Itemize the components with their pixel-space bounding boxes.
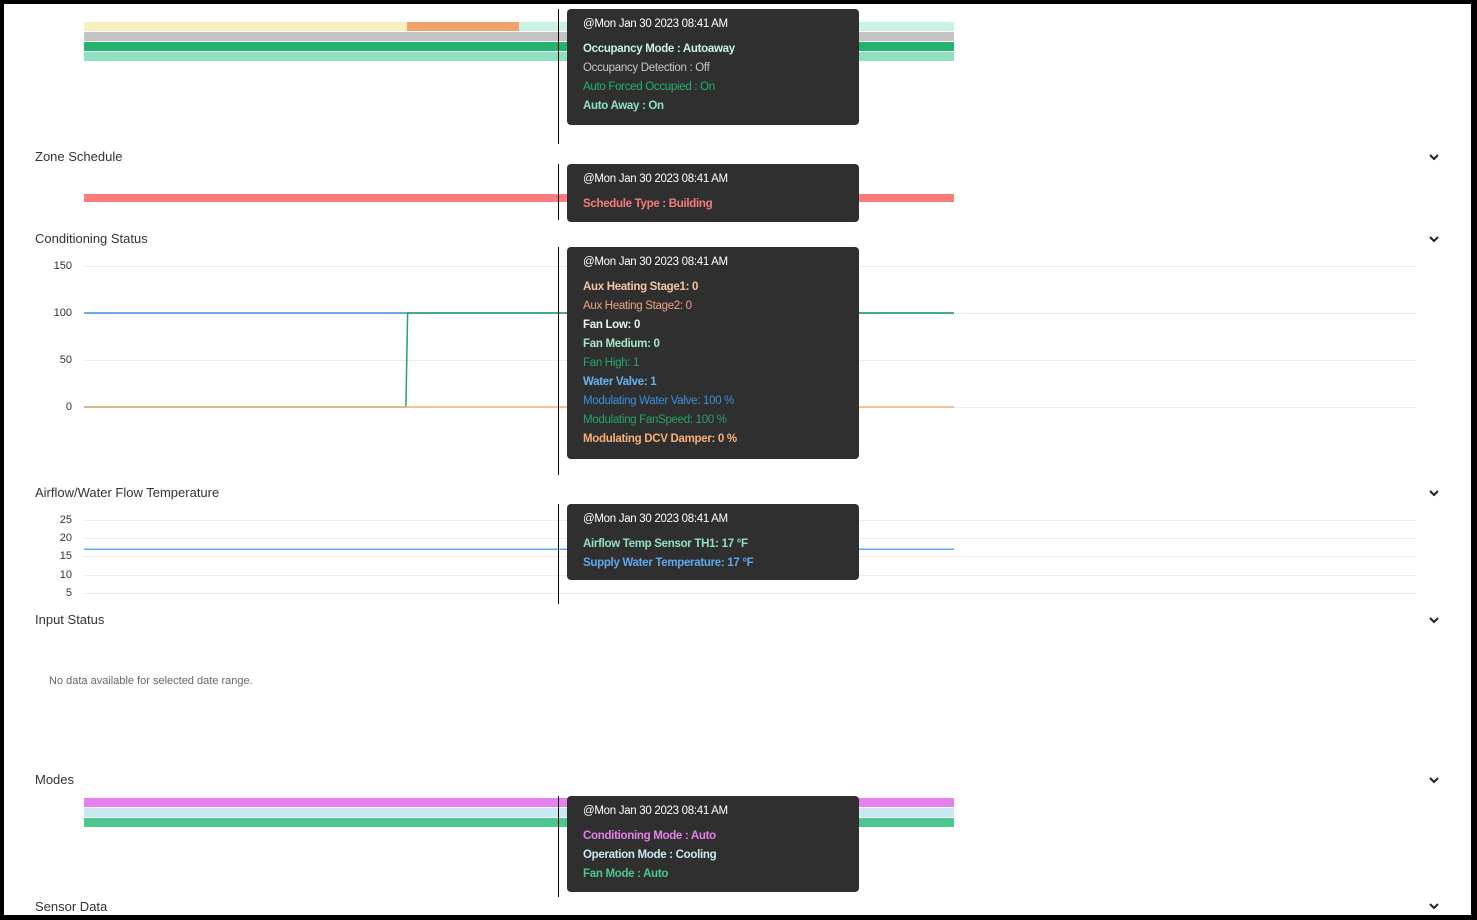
section-title-sensor-data: Sensor Data: [35, 899, 108, 914]
hover-cursor-line: [558, 504, 559, 604]
empty-state-message: No data available for selected date rang…: [49, 675, 253, 687]
dashboard-panel: @Mon Jan 30 2023 08:41 AM Occupancy Mode…: [4, 4, 1471, 915]
tooltip-row: Airflow Temp Sensor TH1: 17 °F: [583, 538, 748, 550]
tooltip-timestamp: @Mon Jan 30 2023 08:41 AM: [583, 513, 728, 525]
section-title-modes: Modes: [35, 772, 75, 787]
chevron-down-icon[interactable]: [1427, 899, 1441, 913]
chevron-down-icon[interactable]: [1427, 773, 1441, 787]
chevron-down-icon[interactable]: [1427, 613, 1441, 627]
tooltip-row: Fan Mode : Auto: [583, 868, 669, 880]
tooltip-row: Supply Water Temperature: 17 °F: [583, 557, 754, 569]
hover-cursor-line: [558, 796, 559, 897]
tooltip-row: Operation Mode : Cooling: [583, 849, 717, 861]
section-title-input-status: Input Status: [35, 612, 105, 627]
tooltip-row: Conditioning Mode : Auto: [583, 830, 716, 842]
airflow-tooltip: @Mon Jan 30 2023 08:41 AM Airflow Temp S…: [567, 504, 859, 580]
tooltip-timestamp: @Mon Jan 30 2023 08:41 AM: [583, 805, 728, 817]
modes-tooltip: @Mon Jan 30 2023 08:41 AM Conditioning M…: [567, 796, 859, 892]
